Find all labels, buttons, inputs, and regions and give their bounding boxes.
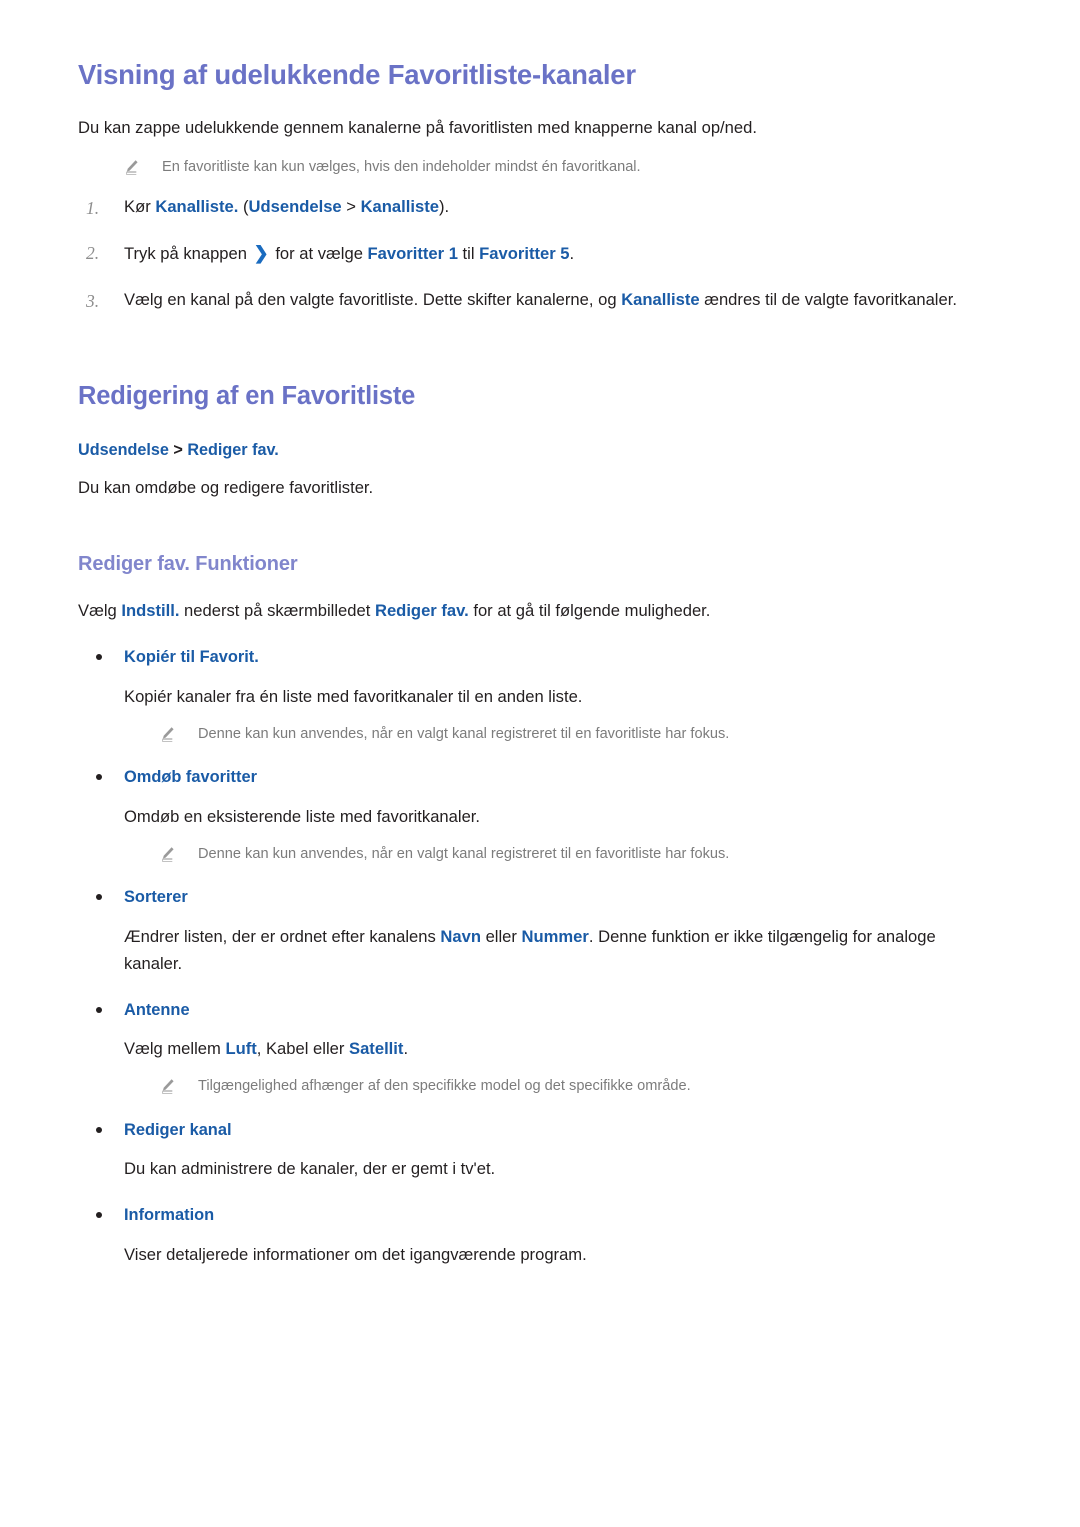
list-item: Information Viser detaljerede information… <box>78 1203 984 1268</box>
section2-subintro: Vælg Indstill. nederst på skærmbilledet … <box>78 598 984 625</box>
menu-path-first: Udsendelse <box>78 440 169 459</box>
section2-intro: Du kan omdøbe og redigere favoritlister. <box>78 478 374 498</box>
menu-path: Udsendelse > Rediger fav. <box>78 438 984 462</box>
step2-keyword-3: Favoritter 1 <box>367 244 458 264</box>
section2-subheading: Rediger fav. Funktioner <box>78 553 298 576</box>
option-title-label: Information <box>124 1206 215 1225</box>
step1-text-6: ). <box>438 197 450 217</box>
option-description: Ændrer listen, der er ordnet efter kanal… <box>78 924 984 978</box>
step2-text-4: til <box>457 244 480 264</box>
chevron-right-icon: ❯ <box>253 243 269 264</box>
step2-keyword-5: Favoritter 5 <box>479 244 570 264</box>
option3-keyword-1: Navn <box>440 926 481 946</box>
note-row: En favoritliste kan kun vælges, hvis den… <box>78 156 984 179</box>
subintro-text-0: Vælg <box>78 601 122 621</box>
option3-text-2: eller <box>480 926 522 946</box>
option2-text-0: Omdøb en eksisterende liste med favoritk… <box>124 806 481 826</box>
option-title-label: Kopiér til Favorit. <box>124 648 259 667</box>
list-item: Antenne Vælg mellem Luft, Kabel eller Sat… <box>78 998 984 1098</box>
list-item: Sorterer Ændrer listen, der er ordnet eft… <box>78 885 984 977</box>
note-text: Denne kan kun anvendes, når en valgt kan… <box>198 845 730 862</box>
option-description: Vælg mellem Luft, Kabel eller Satellit. <box>78 1036 984 1063</box>
option4-keyword-1: Luft <box>225 1039 257 1059</box>
option-title: Kopiér til Favorit. <box>78 645 984 670</box>
subintro-text-4: for at gå til følgende muligheder. <box>468 601 711 621</box>
note-text: Tilgængelighed afhænger af den specifikk… <box>198 1078 691 1095</box>
option6-text-0: Viser detaljerede informationer om det i… <box>124 1244 587 1264</box>
option-title-label: Rediger kanal <box>124 1120 232 1139</box>
bullet-icon <box>96 774 102 781</box>
bullet-icon <box>96 1006 102 1013</box>
option-title: Omdøb favoritter <box>78 765 984 790</box>
step1-keyword-1: Kanalliste. <box>155 197 239 217</box>
step1-text-0: Kør <box>124 197 156 217</box>
option3-keyword-3: Nummer <box>521 926 589 946</box>
step1-text-4: > <box>341 197 361 217</box>
option-title-label: Sorterer <box>124 888 188 907</box>
section1-intro: Du kan zappe udelukkende gennem kanalern… <box>78 118 757 137</box>
option3-text-0: Ændrer listen, der er ordnet efter kanal… <box>124 926 441 946</box>
step2-text-2: for at vælge <box>270 244 368 264</box>
subintro-text-2: nederst på skærmbilledet <box>179 601 375 621</box>
step-text: Vælg en kanal på den valgte favoritliste… <box>124 290 957 309</box>
document-page: Visning af udelukkende Favoritliste-kana… <box>0 0 1080 1527</box>
option-description: Omdøb en eksisterende liste med favoritk… <box>78 804 984 831</box>
option-description: Du kan administrere de kanaler, der er g… <box>78 1156 984 1183</box>
note-text: Denne kan kun anvendes, når en valgt kan… <box>198 725 730 742</box>
pencil-icon <box>160 846 175 864</box>
step2-text-0: Tryk på knappen <box>124 244 252 264</box>
note-row: Denne kan kun anvendes, når en valgt kan… <box>78 723 984 746</box>
numbered-steps: 1. Kør Kanalliste. (Udsendelse > Kanallis… <box>78 194 984 313</box>
step1-keyword-5: Kanalliste <box>360 197 439 217</box>
list-item: Kopiér til Favorit. Kopiér kanaler fra én… <box>78 645 984 745</box>
step-number: 1. <box>86 198 100 219</box>
option-title-label: Omdøb favoritter <box>124 768 257 787</box>
option-title: Rediger kanal <box>78 1118 984 1143</box>
option4-text-0: Vælg mellem <box>124 1039 226 1059</box>
bullet-icon <box>96 1212 102 1219</box>
step-item: 1. Kør Kanalliste. (Udsendelse > Kanallis… <box>78 194 984 221</box>
note-row: Tilgængelighed afhænger af den specifikk… <box>78 1075 984 1098</box>
option4-text-2: , Kabel eller <box>256 1039 350 1059</box>
step-item: 3. Vælg en kanal på den valgte favoritlis… <box>78 287 984 314</box>
step-number: 2. <box>86 243 100 264</box>
option-title-label: Antenne <box>124 1000 190 1019</box>
bullet-icon <box>96 894 102 901</box>
option-title: Sorterer <box>78 885 984 910</box>
option1-text-0: Kopiér kanaler fra én liste med favoritk… <box>124 686 583 706</box>
menu-path-second: Rediger fav. <box>187 440 279 459</box>
step3-text-2: ændres til de valgte favoritkanaler. <box>699 289 957 309</box>
option-title: Information <box>78 1203 984 1228</box>
pencil-icon <box>160 726 175 744</box>
step3-keyword-1: Kanalliste <box>621 289 700 309</box>
subintro-keyword-1: Indstill. <box>121 601 180 621</box>
step2-text-6: . <box>569 244 575 264</box>
pencil-icon <box>160 1078 175 1096</box>
menu-path-separator: > <box>168 440 188 459</box>
bullet-icon <box>96 654 102 661</box>
step-number: 3. <box>86 290 100 311</box>
step-text: Tryk på knappen ❯ for at vælge Favoritte… <box>124 243 575 264</box>
step-item: 2. Tryk på knappen ❯ for at vælge Favorit… <box>78 239 984 268</box>
options-list: Kopiér til Favorit. Kopiér kanaler fra én… <box>78 645 984 1269</box>
option4-text-4: . <box>403 1039 409 1059</box>
step3-text-0: Vælg en kanal på den valgte favoritliste… <box>124 289 622 309</box>
pencil-icon <box>124 159 139 177</box>
section2-heading: Redigering af en Favoritliste <box>78 382 416 411</box>
note-text: En favoritliste kan kun vælges, hvis den… <box>162 158 641 175</box>
option5-text-0: Du kan administrere de kanaler, der er g… <box>124 1159 496 1179</box>
option-description: Viser detaljerede informationer om det i… <box>78 1242 984 1269</box>
note-row: Denne kan kun anvendes, når en valgt kan… <box>78 843 984 866</box>
page-title: Visning af udelukkende Favoritliste-kana… <box>78 59 636 90</box>
subintro-keyword-3: Rediger fav. <box>374 601 469 621</box>
list-item: Omdøb favoritter Omdøb en eksisterende li… <box>78 765 984 865</box>
step1-text-2: ( <box>238 197 249 217</box>
step-text: Kør Kanalliste. (Udsendelse > Kanalliste… <box>124 197 449 216</box>
option-description: Kopiér kanaler fra én liste med favoritk… <box>78 684 984 711</box>
step1-keyword-3: Udsendelse <box>248 197 342 217</box>
option4-keyword-3: Satellit <box>349 1039 404 1059</box>
option-title: Antenne <box>78 998 984 1023</box>
bullet-icon <box>96 1126 102 1133</box>
list-item: Rediger kanal Du kan administrere de kana… <box>78 1118 984 1183</box>
